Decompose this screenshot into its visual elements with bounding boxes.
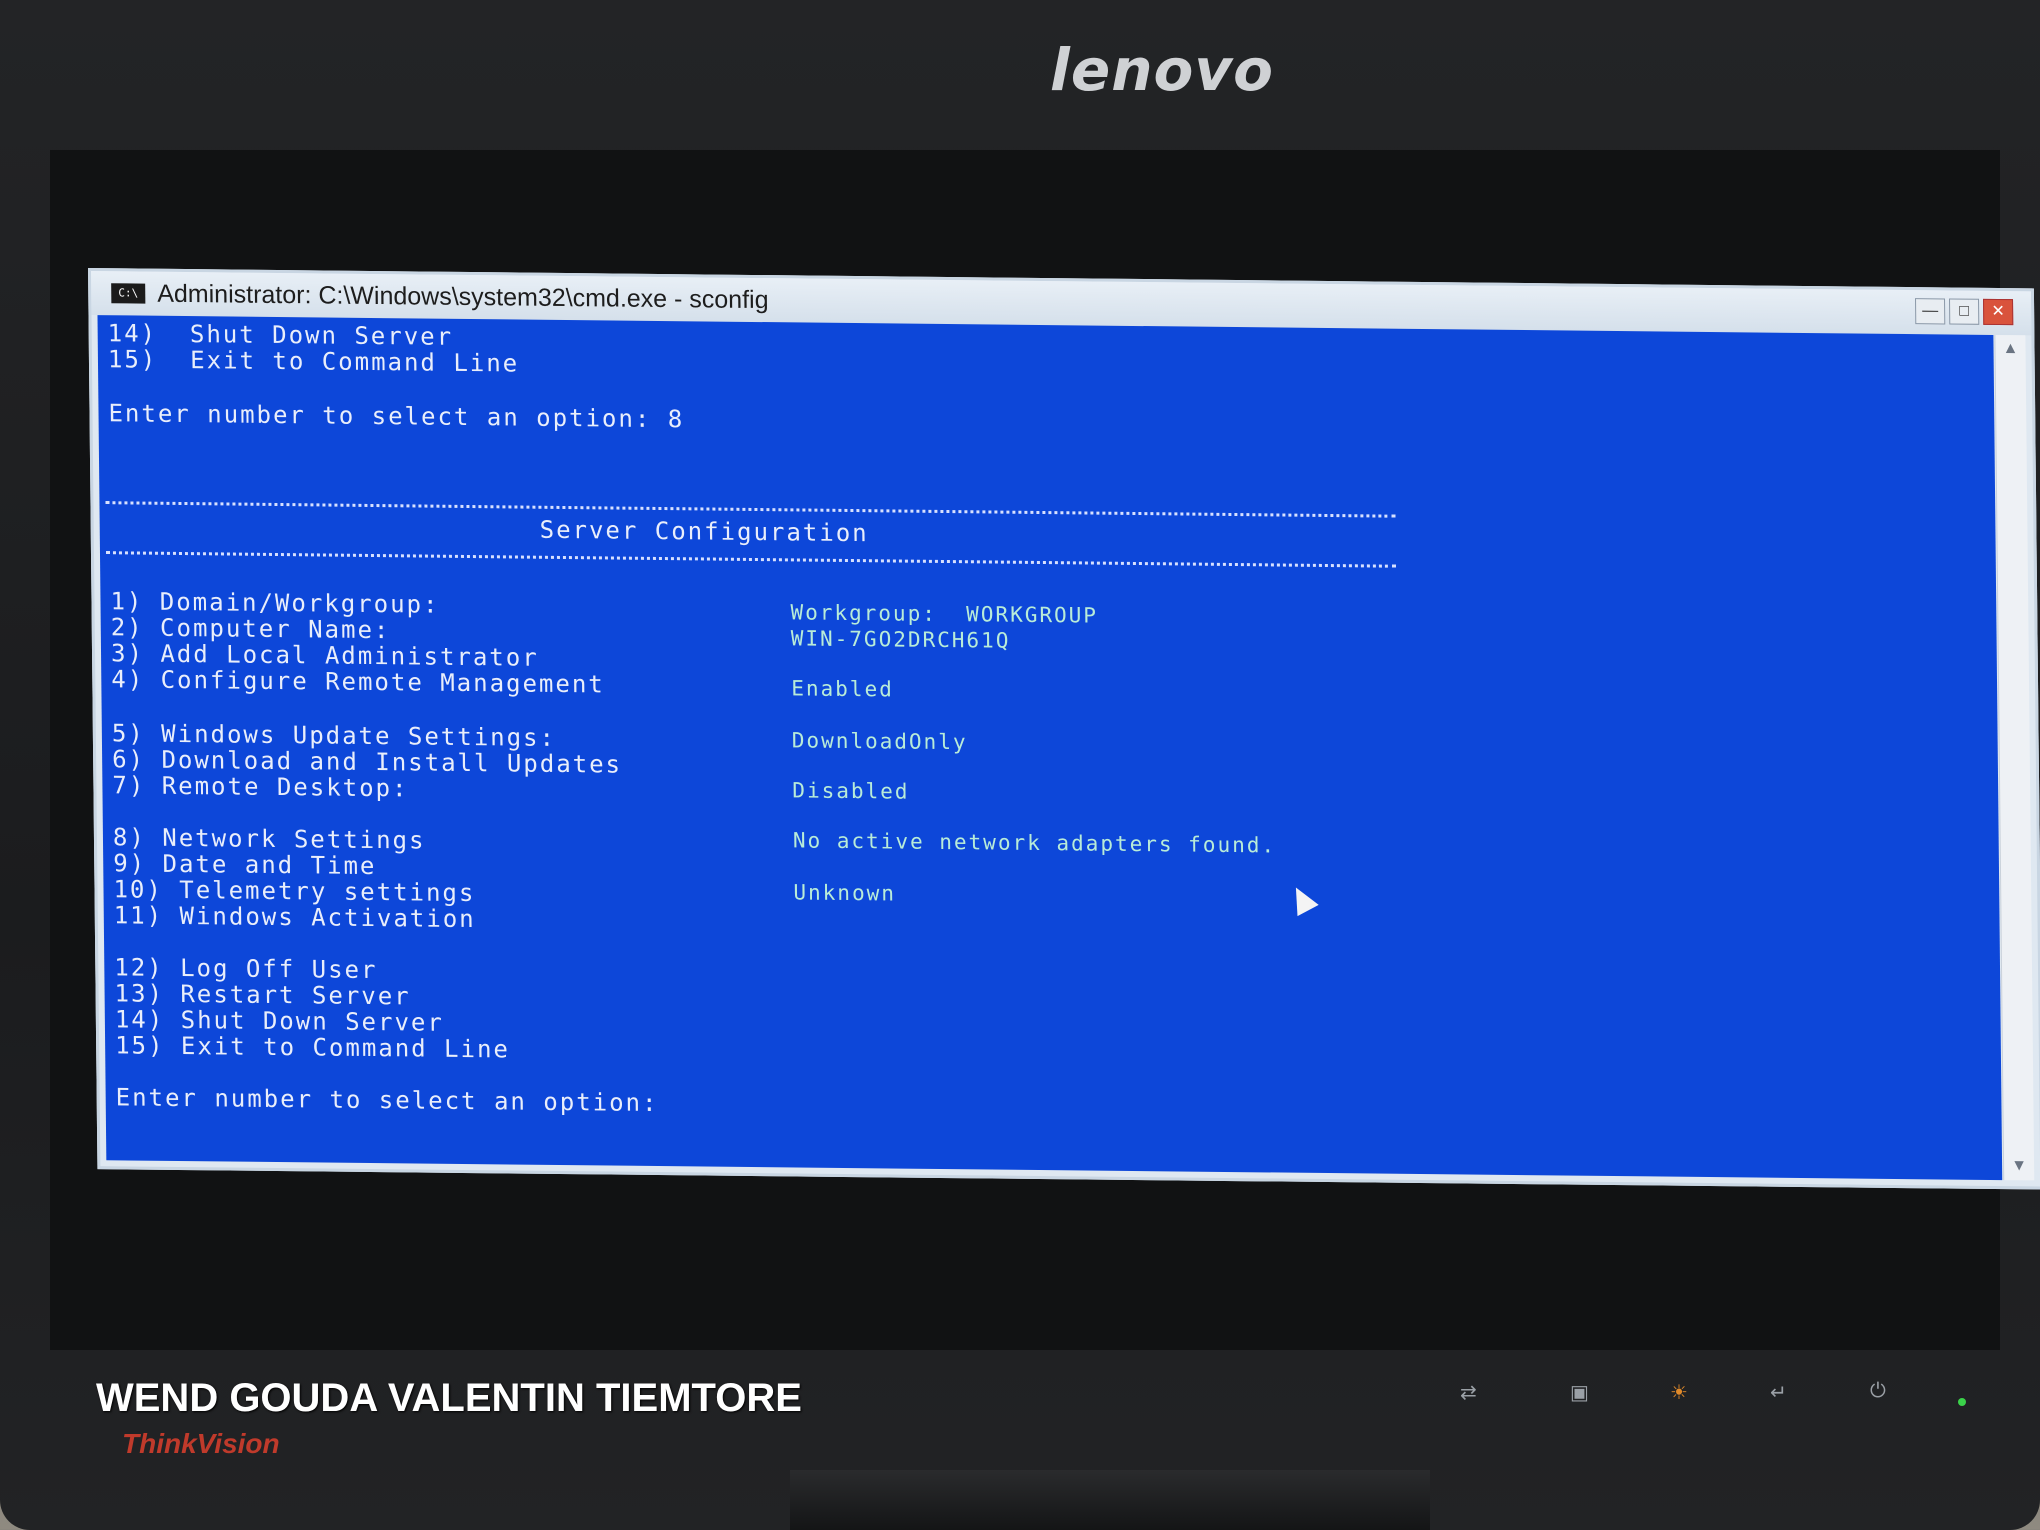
cmd-icon: C:\ xyxy=(111,283,146,304)
thinkvision-logo: ThinkVision xyxy=(122,1428,280,1459)
minimize-button[interactable]: — xyxy=(1915,298,1946,325)
menu-value: Workgroup: WORKGROUP xyxy=(790,600,1099,628)
monitor-stand xyxy=(790,1470,1430,1530)
brightness-icon[interactable]: ☀ xyxy=(1670,1380,1688,1405)
menu-value: Disabled xyxy=(792,778,910,804)
menu-item: 15) Exit to Command Line xyxy=(114,1031,511,1064)
scroll-up-icon[interactable]: ▲ xyxy=(1995,335,2025,363)
console-line: 15) Exit to Command Line xyxy=(107,345,520,378)
header-rule-bottom xyxy=(105,551,1396,568)
console-line: Enter number to select an option: 8 xyxy=(108,399,685,434)
header-title: Server Configuration xyxy=(539,515,869,548)
monitor-controls: ⇄ ▣ ☀ ↵ ⏻ xyxy=(1440,1380,1960,1420)
power-icon[interactable]: ⏻ xyxy=(1870,1380,1886,1403)
window-title: Administrator: C:\Windows\system32\cmd.e… xyxy=(157,279,769,314)
menu-value: DownloadOnly xyxy=(791,728,968,755)
menu-value: WIN-7GO2DRCH61Q xyxy=(790,626,1011,653)
menu-item: 11) Windows Activation xyxy=(113,901,476,934)
menu-value: No active network adapters found. xyxy=(792,828,1277,858)
power-led xyxy=(1958,1398,1966,1406)
input-source-icon[interactable]: ⇄ xyxy=(1460,1380,1477,1405)
header-rule-top xyxy=(105,501,1396,518)
console-area[interactable]: 14) Shut Down Server 15) Exit to Command… xyxy=(97,315,2003,1181)
menu-item: 4) Configure Remote Management xyxy=(111,665,605,699)
enter-icon[interactable]: ↵ xyxy=(1770,1380,1787,1405)
maximize-button[interactable]: □ xyxy=(1949,298,1980,325)
brand-logo: lenovo xyxy=(1050,36,1275,104)
menu-icon[interactable]: ▣ xyxy=(1570,1380,1589,1405)
menu-item: 7) Remote Desktop: xyxy=(112,771,409,803)
command-prompt[interactable]: Enter number to select an option: xyxy=(116,1083,659,1117)
menu-value: Unknown xyxy=(793,880,897,906)
close-button[interactable]: ✕ xyxy=(1983,298,2014,326)
window-controls: — □ ✕ xyxy=(1915,298,2014,326)
monitor: lenovo C:\ Administrator: C:\Windows\sys… xyxy=(0,0,2040,1530)
menu-value: Enabled xyxy=(791,676,894,702)
scroll-down-icon[interactable]: ▼ xyxy=(2004,1152,2034,1180)
cmd-window[interactable]: C:\ Administrator: C:\Windows\system32\c… xyxy=(88,268,2040,1190)
watermark-text: WEND GOUDA VALENTIN TIEMTORE xyxy=(96,1376,802,1420)
